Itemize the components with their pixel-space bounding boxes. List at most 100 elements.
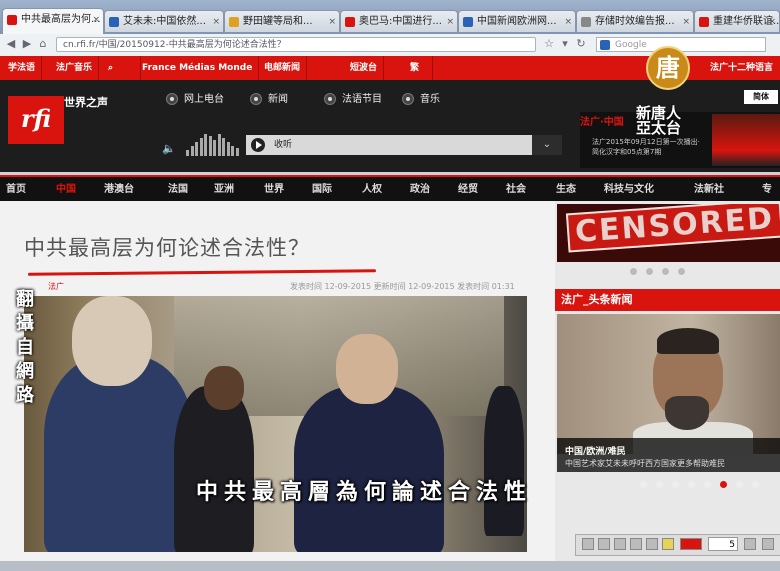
topbar-item-fmm[interactable]: France Médias Monde bbox=[136, 56, 260, 80]
slider-dot[interactable] bbox=[646, 268, 653, 275]
slider-dot[interactable] bbox=[752, 481, 759, 488]
logo-sub: 法广 bbox=[10, 128, 26, 138]
nav-item-11[interactable]: 生态 bbox=[556, 177, 576, 203]
nav-item-4[interactable]: 亚洲 bbox=[214, 177, 234, 203]
toolbar-btn-5[interactable] bbox=[646, 538, 658, 550]
nav-item-8[interactable]: 政治 bbox=[410, 177, 430, 203]
color-swatch[interactable] bbox=[680, 538, 702, 550]
ntd-name: 新唐人 亞太台 bbox=[636, 104, 682, 137]
radio-french[interactable]: 法语节目 bbox=[324, 93, 382, 107]
article-photo[interactable] bbox=[24, 296, 527, 552]
slider-dot[interactable] bbox=[640, 481, 647, 488]
toolbar-btn-2[interactable] bbox=[598, 538, 610, 550]
language-select[interactable]: 简体 bbox=[744, 90, 778, 104]
censored-word: CENSORED bbox=[565, 204, 780, 253]
nav-item-1[interactable]: 中国 bbox=[56, 177, 76, 203]
close-icon[interactable]: × bbox=[328, 11, 336, 32]
tab-label: 艾未未:中国依然... bbox=[123, 16, 206, 27]
topbar-languages[interactable]: 法广十二种语言 bbox=[704, 56, 779, 80]
toolbar-btn-4[interactable] bbox=[630, 538, 642, 550]
dropdown-icon[interactable]: ▾ bbox=[558, 37, 572, 51]
close-icon[interactable]: × bbox=[564, 11, 572, 32]
audio-level-bars bbox=[186, 132, 242, 156]
toolbar-btn-7[interactable] bbox=[762, 538, 774, 550]
tab-4[interactable]: 中国新闻欧洲网... × bbox=[458, 10, 576, 32]
forward-icon[interactable]: ▶ bbox=[20, 37, 34, 51]
slider-dot[interactable] bbox=[704, 481, 711, 488]
bookmark-star-icon[interactable]: ☆ bbox=[542, 37, 556, 51]
headline-photo[interactable] bbox=[557, 314, 780, 454]
photo-head-mid bbox=[204, 366, 244, 410]
radio-music[interactable]: 音乐 bbox=[402, 93, 440, 107]
censored-banner[interactable]: CENSORED bbox=[557, 204, 780, 262]
slider-dot[interactable] bbox=[672, 481, 679, 488]
highlighter-icon[interactable] bbox=[662, 538, 674, 550]
nav-item-0[interactable]: 首页 bbox=[6, 177, 26, 203]
bottom-strip bbox=[0, 561, 780, 571]
topbar-item-music[interactable]: 法广音乐 bbox=[50, 56, 100, 80]
home-icon[interactable]: ⌂ bbox=[36, 37, 50, 51]
audio-bar bbox=[204, 134, 207, 156]
radio-online[interactable]: 网上电台 bbox=[166, 93, 224, 107]
tab-6[interactable]: 重建华侨联谊... × bbox=[694, 10, 780, 32]
close-icon[interactable]: × bbox=[212, 11, 220, 32]
search-engine-icon[interactable] bbox=[600, 40, 610, 50]
nav-item-2[interactable]: 港澳台 bbox=[104, 177, 134, 203]
toolbar-number[interactable]: 5 bbox=[708, 537, 738, 551]
slider-dot[interactable] bbox=[662, 268, 669, 275]
topbar-item-email-news[interactable]: 电邮新闻 bbox=[244, 56, 308, 80]
rfi-logo[interactable]: rfi 法广 bbox=[8, 96, 64, 144]
slider-dot[interactable] bbox=[736, 481, 743, 488]
tab-label: 野田罐等局和... bbox=[243, 16, 313, 27]
nav-item-9[interactable]: 经贸 bbox=[458, 177, 478, 203]
play-icon[interactable] bbox=[251, 138, 265, 152]
radio-news[interactable]: 新闻 bbox=[250, 93, 288, 107]
close-icon[interactable]: × bbox=[682, 11, 690, 32]
headline-caption[interactable]: 中国/欧洲/难民 中国艺术家艾未未呼吁西方国家更多帮助难民 bbox=[557, 438, 780, 472]
toolbar-btn-1[interactable] bbox=[582, 538, 594, 550]
nav-item-10[interactable]: 社会 bbox=[506, 177, 526, 203]
toolbar-btn-3[interactable] bbox=[614, 538, 626, 550]
slider-dot[interactable] bbox=[720, 481, 727, 488]
video-subtitle: 中共最高層為何論述合法性 bbox=[196, 480, 533, 505]
volume-icon[interactable]: 🔈 bbox=[162, 142, 176, 155]
back-icon[interactable]: ◀ bbox=[4, 37, 18, 51]
audio-bar bbox=[231, 146, 234, 156]
close-icon[interactable]: × bbox=[768, 11, 776, 32]
audio-bar bbox=[226, 142, 230, 156]
ad-text: 法广2015年09月12日第一次播出·简化汉字和05点第7期 bbox=[592, 138, 700, 156]
nav-item-12[interactable]: 科技与文化 bbox=[604, 177, 654, 203]
tab-label: 中国新闻欧洲网... bbox=[477, 16, 557, 27]
caption-text: 中国艺术家艾未未呼吁西方国家更多帮助难民 bbox=[565, 459, 725, 468]
tab-3[interactable]: 奥巴马:中国进行... × bbox=[340, 10, 458, 32]
nav-item-6[interactable]: 国际 bbox=[312, 177, 332, 203]
chevron-down-icon[interactable]: ⌄ bbox=[532, 135, 562, 155]
nav-item-3[interactable]: 法国 bbox=[168, 177, 188, 203]
photo-head-left bbox=[72, 296, 152, 386]
close-icon[interactable]: × bbox=[92, 9, 100, 31]
tab-0[interactable]: 中共最高层为何... × bbox=[2, 8, 104, 34]
slider-dot[interactable] bbox=[678, 268, 685, 275]
slider-dot[interactable] bbox=[656, 481, 663, 488]
nav-item-5[interactable]: 世界 bbox=[264, 177, 284, 203]
audio-player[interactable]: 收听 bbox=[246, 135, 532, 155]
close-icon[interactable]: × bbox=[446, 11, 454, 32]
tab-2[interactable]: 野田罐等局和... × bbox=[224, 10, 340, 32]
topbar-item-traditional[interactable]: 繁 bbox=[404, 56, 433, 80]
topbar-item-learn-french[interactable]: 学法语 bbox=[2, 56, 43, 80]
slider-dot[interactable] bbox=[630, 268, 637, 275]
nav-item-7[interactable]: 人权 bbox=[362, 177, 382, 203]
tab-1[interactable]: 艾未未:中国依然... × bbox=[104, 10, 224, 32]
nav-item-13[interactable]: 法新社 bbox=[694, 177, 724, 203]
favicon-icon bbox=[345, 17, 355, 27]
slider-dot[interactable] bbox=[688, 481, 695, 488]
article-meta: 发表时间 12-09-2015 更新时间 12-09-2015 发表时间 01:… bbox=[290, 282, 515, 291]
favicon-icon bbox=[699, 17, 709, 27]
topbar-item-shortwave[interactable]: 短波台 bbox=[330, 56, 385, 80]
tab-5[interactable]: 存储时效编告报... × bbox=[576, 10, 694, 32]
ntd-logo: 唐 bbox=[646, 46, 690, 90]
reload-icon[interactable]: ↻ bbox=[574, 37, 588, 51]
toolbar-btn-6[interactable] bbox=[744, 538, 756, 550]
url-bar[interactable]: cn.rfi.fr/中国/20150912-中共最高层为何论述合法性？ bbox=[56, 37, 536, 52]
nav-item-14[interactable]: 专 bbox=[762, 177, 772, 203]
